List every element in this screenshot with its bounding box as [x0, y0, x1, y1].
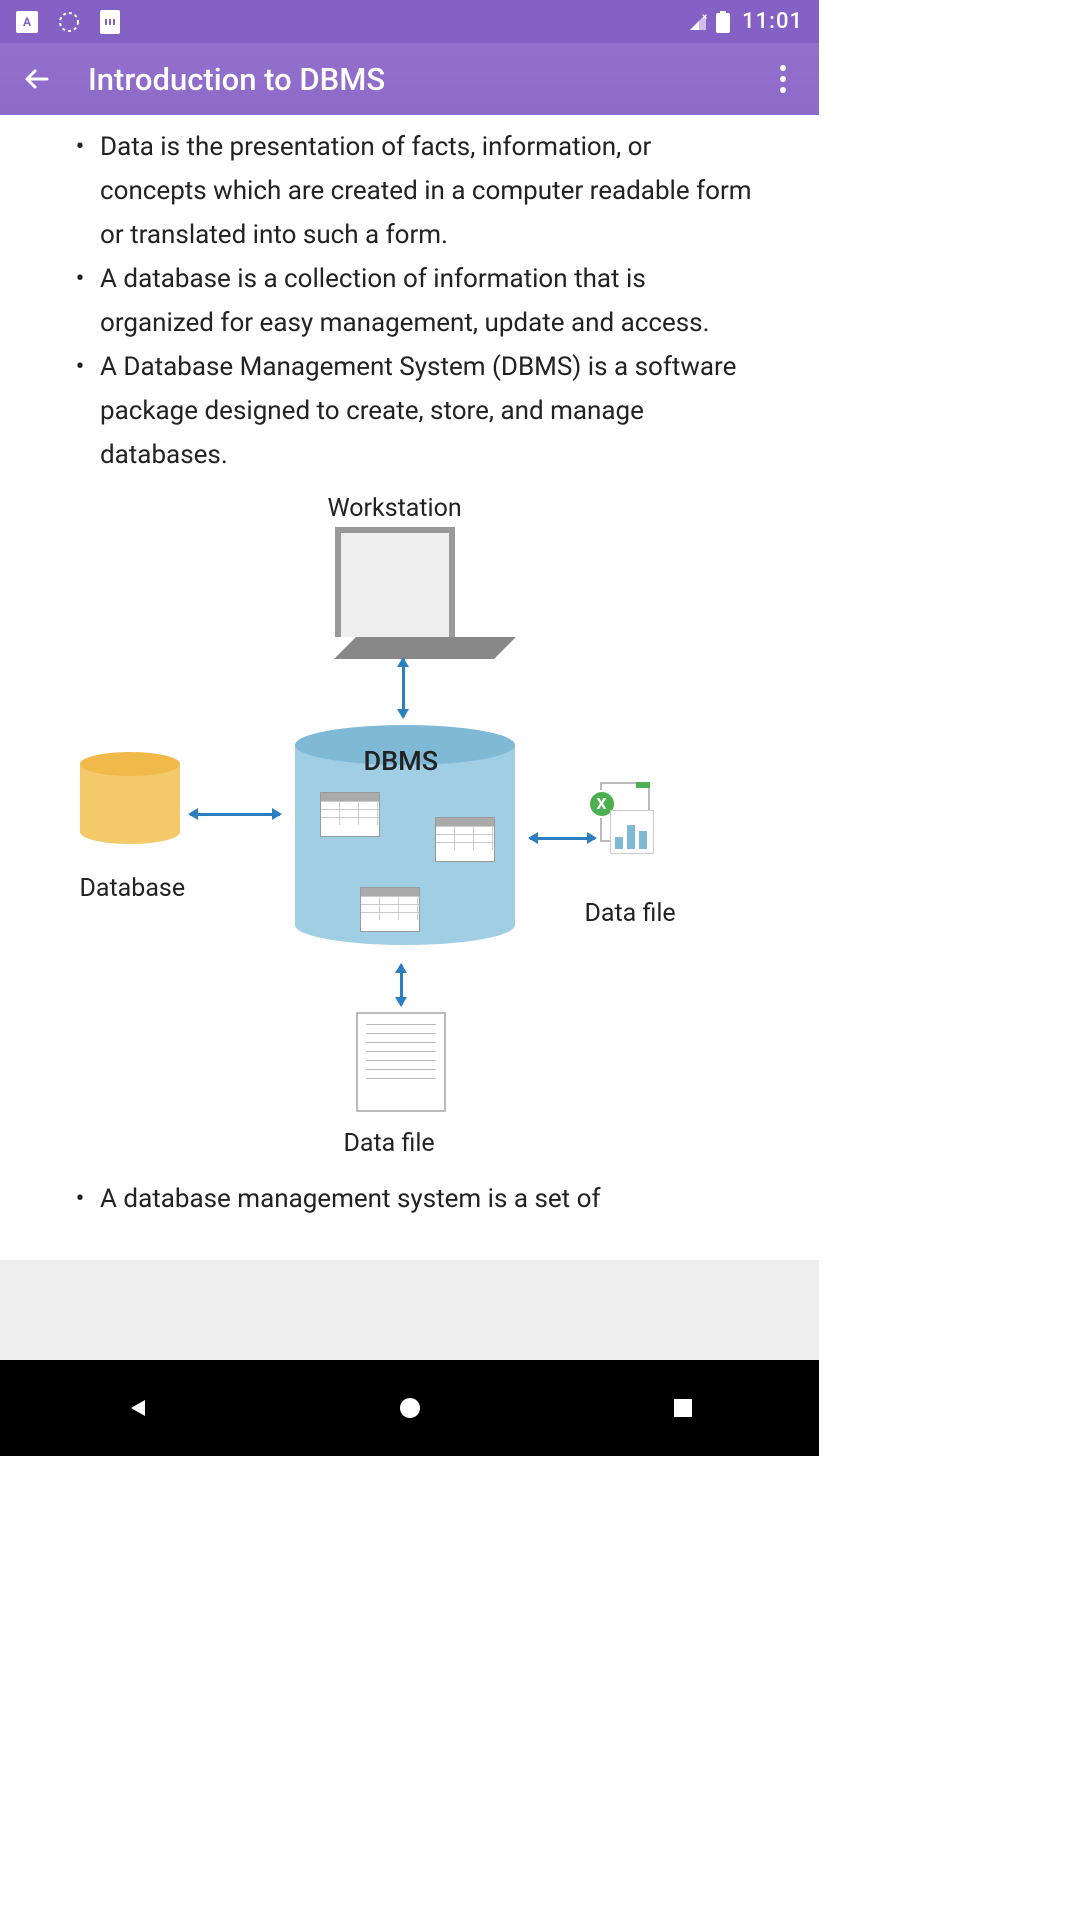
- arrow-back-icon: [21, 64, 51, 94]
- bullet-text: A database is a collection of informatio…: [100, 257, 759, 345]
- nav-home-button[interactable]: [380, 1378, 440, 1438]
- arrow-icon: [400, 965, 403, 1005]
- nav-recent-button[interactable]: [653, 1378, 713, 1438]
- datafile-bottom-icon: [356, 1012, 446, 1112]
- more-options-button[interactable]: [755, 51, 811, 107]
- workstation-icon: [335, 527, 505, 659]
- datafile-right-icon: X: [600, 782, 650, 842]
- bullet-text: Data is the presentation of facts, infor…: [100, 125, 759, 257]
- clock: 11:01: [742, 9, 803, 34]
- navigation-bar: [0, 1360, 819, 1456]
- label-database: Database: [80, 867, 186, 911]
- status-bar: A × 11:01: [0, 0, 819, 43]
- bullet-dot-icon: •: [60, 125, 100, 257]
- content-area[interactable]: • Data is the presentation of facts, inf…: [0, 115, 819, 1260]
- label-dbms: DBMS: [364, 739, 439, 783]
- bullet-text: A Database Management System (DBMS) is a…: [100, 345, 759, 477]
- table-icon: [360, 887, 420, 932]
- bullet-dot-icon: •: [60, 257, 100, 345]
- bullet-text: A database management system is a set of: [100, 1177, 601, 1221]
- database-icon: [80, 752, 180, 852]
- table-icon: [320, 792, 380, 837]
- battery-icon: [716, 11, 730, 33]
- arrow-icon: [530, 837, 595, 840]
- ad-placeholder: [0, 1260, 819, 1360]
- status-right: × 11:01: [688, 9, 803, 34]
- screen: A × 11:01 Introduction to DBMS • Data is…: [0, 0, 819, 1456]
- svg-text:×: ×: [702, 12, 707, 23]
- bullet-item: • A database is a collection of informat…: [60, 257, 759, 345]
- signal-icon: ×: [688, 12, 708, 32]
- bullet-item: • A Database Management System (DBMS) is…: [60, 345, 759, 477]
- triangle-back-icon: [125, 1396, 149, 1420]
- sd-card-icon: [100, 10, 120, 34]
- bullet-dot-icon: •: [60, 345, 100, 477]
- label-datafile-right: Data file: [585, 892, 676, 936]
- app-bar: Introduction to DBMS: [0, 43, 819, 115]
- arrow-icon: [190, 813, 280, 816]
- loading-icon: [58, 11, 80, 33]
- square-recent-icon: [673, 1398, 693, 1418]
- table-icon: [435, 817, 495, 862]
- bullet-item: • A database management system is a set …: [60, 1177, 759, 1221]
- circle-home-icon: [398, 1396, 422, 1420]
- nav-back-button[interactable]: [107, 1378, 167, 1438]
- back-button[interactable]: [8, 51, 64, 107]
- status-left: A: [16, 10, 120, 34]
- arrow-icon: [402, 659, 405, 717]
- diagram-wrap: Workstation DBMS Database X Data file: [60, 477, 759, 1177]
- bullet-item: • Data is the presentation of facts, inf…: [60, 125, 759, 257]
- dbms-diagram: Workstation DBMS Database X Data file: [100, 487, 720, 1167]
- chart-icon: [610, 810, 654, 854]
- label-datafile-bottom: Data file: [344, 1122, 435, 1166]
- app-a-icon: A: [16, 11, 38, 33]
- more-vert-icon: [780, 65, 786, 93]
- label-workstation: Workstation: [328, 487, 462, 531]
- page-title: Introduction to DBMS: [88, 61, 755, 98]
- bullet-dot-icon: •: [60, 1177, 100, 1221]
